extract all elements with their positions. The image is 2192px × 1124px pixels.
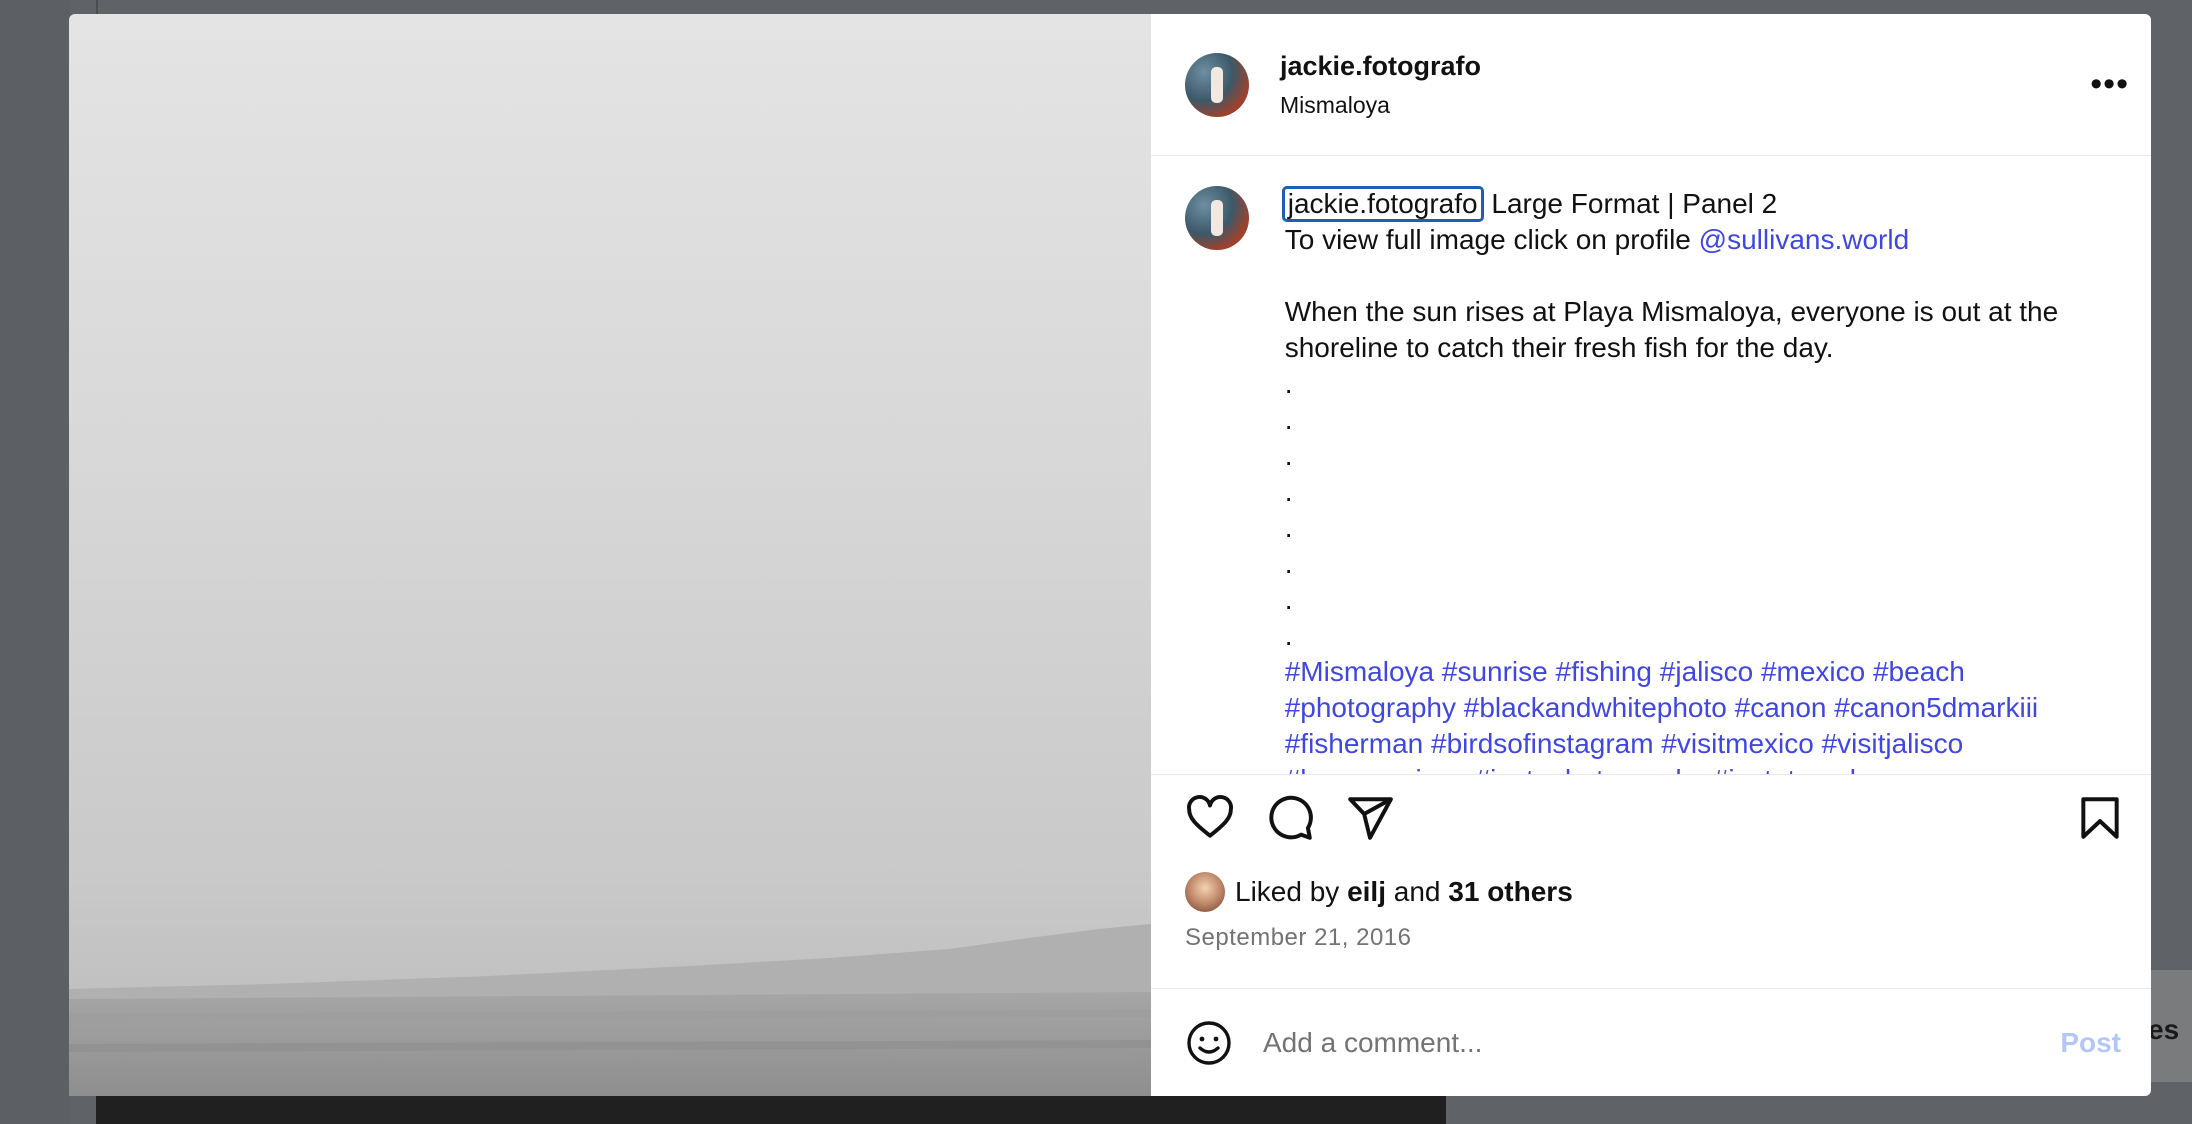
- caption-username[interactable]: jackie.fotografo: [1281, 186, 1484, 222]
- post-comment-button[interactable]: Post: [2060, 1027, 2121, 1059]
- likes-joiner: and: [1393, 876, 1441, 907]
- post-date[interactable]: September 21, 2016: [1151, 920, 2151, 976]
- author-avatar[interactable]: [1185, 52, 1249, 117]
- background-card-text: es: [2148, 1014, 2180, 1045]
- author-info: jackie.fotografo Mismaloya: [1280, 51, 2090, 119]
- background-image-strip: [96, 1095, 1446, 1124]
- likes-text: Liked by eilj and 31 others: [1235, 876, 1573, 908]
- comment-form: Add a comment... Post: [1151, 988, 2151, 1096]
- comment-icon[interactable]: [1265, 793, 1315, 843]
- caption-section: jackie.fotografo Large Format | Panel 2 …: [1151, 156, 2151, 774]
- likes-row: Liked by eilj and 31 others: [1151, 860, 2151, 920]
- hashtag-line[interactable]: #photography #blackandwhitephoto #canon …: [1285, 690, 2111, 726]
- liker-username[interactable]: eilj: [1347, 876, 1386, 907]
- caption-dot: .: [1284, 512, 1293, 543]
- share-icon[interactable]: [1345, 793, 1395, 843]
- post-header: jackie.fotografo Mismaloya •••: [1151, 14, 2151, 156]
- action-bar: [1151, 774, 2151, 860]
- hashtag-line[interactable]: #lovemornings #instaphotography #instatr…: [1285, 762, 2111, 774]
- hashtag-line[interactable]: #fisherman #birdsofinstagram #visitmexic…: [1285, 726, 2111, 762]
- caption-line2: To view full image click on profile: [1284, 224, 1699, 255]
- caption-dot: .: [1284, 404, 1293, 435]
- more-icon[interactable]: •••: [2090, 65, 2129, 104]
- likes-prefix: Liked by: [1235, 876, 1340, 907]
- bookmark-icon[interactable]: [2075, 793, 2125, 843]
- caption-text: jackie.fotografo Large Format | Panel 2 …: [1281, 186, 2111, 774]
- likes-others-link[interactable]: 31 others: [1448, 876, 1573, 907]
- caption-dot: .: [1284, 368, 1293, 399]
- emoji-icon[interactable]: [1185, 1019, 1233, 1067]
- caption-dot: .: [1284, 620, 1293, 651]
- comment-input[interactable]: Add a comment...: [1263, 1027, 2060, 1059]
- caption-title: Large Format | Panel 2: [1491, 188, 1778, 219]
- background-card: es: [2148, 970, 2192, 1082]
- caption-dot: .: [1284, 440, 1293, 471]
- background-page: [0, 0, 70, 1124]
- post-image[interactable]: [69, 14, 1151, 1096]
- caption-avatar[interactable]: [1185, 186, 1249, 250]
- caption-dot: .: [1284, 476, 1293, 507]
- caption-dot: .: [1284, 548, 1293, 579]
- hashtag-line[interactable]: #Mismaloya #sunrise #fishing #jalisco #m…: [1285, 654, 2111, 690]
- heart-icon[interactable]: [1185, 793, 1235, 843]
- mention-link[interactable]: @sullivans.world: [1699, 224, 1910, 255]
- post-location[interactable]: Mismaloya: [1280, 92, 2090, 119]
- liker-avatar[interactable]: [1185, 872, 1225, 912]
- author-username[interactable]: jackie.fotografo: [1280, 51, 2090, 82]
- caption-body: When the sun rises at Playa Mismaloya, e…: [1284, 296, 2059, 363]
- caption-dot: .: [1284, 584, 1293, 615]
- post-panel: jackie.fotografo Mismaloya ••• jackie.fo…: [1151, 14, 2151, 1096]
- landscape-image: [69, 924, 1151, 1096]
- post-modal: jackie.fotografo Mismaloya ••• jackie.fo…: [69, 14, 2151, 1096]
